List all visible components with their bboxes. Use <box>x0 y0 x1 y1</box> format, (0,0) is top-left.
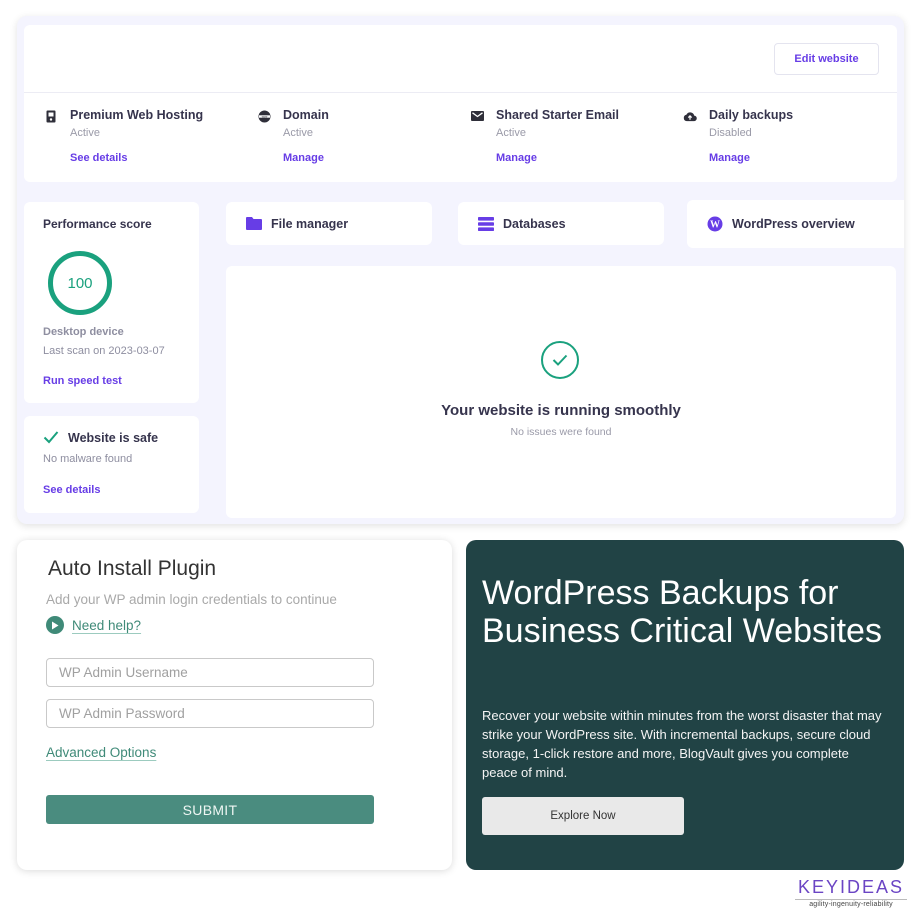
form-title: Auto Install Plugin <box>48 557 217 580</box>
keyideas-logo: KEYIDEAS agility-ingenuity-reliability <box>795 877 907 908</box>
database-icon <box>478 216 494 232</box>
performance-title: Performance score <box>43 217 152 231</box>
username-input[interactable] <box>46 658 374 687</box>
service-status: Active <box>70 127 100 139</box>
see-details-link[interactable]: See details <box>70 152 127 164</box>
advanced-options-link[interactable]: Advanced Options <box>46 745 156 760</box>
logo-name: KEYIDEAS <box>797 877 905 897</box>
hosting-dashboard: Edit website Premium Web Hosting Active … <box>17 16 904 524</box>
device-label: Desktop device <box>43 326 124 338</box>
run-speed-test-link[interactable]: Run speed test <box>43 375 122 387</box>
check-icon <box>43 430 59 444</box>
security-subtitle: No malware found <box>43 453 133 465</box>
form-subtitle: Add your WP admin login credentials to c… <box>46 592 337 607</box>
databases-button[interactable]: Databases <box>458 202 664 245</box>
service-title: Premium Web Hosting <box>70 108 204 122</box>
server-icon <box>44 109 58 123</box>
status-title: Your website is running smoothly <box>441 402 681 419</box>
success-check-icon <box>541 341 579 379</box>
security-title: Website is safe <box>68 431 159 445</box>
need-help-label: Need help? <box>72 617 142 633</box>
service-title: Daily backups <box>709 108 794 122</box>
service-status: Active <box>496 127 526 139</box>
blogvault-promo-banner: WordPress Backups for Business Critical … <box>466 540 904 870</box>
logo-tagline: agility-ingenuity-reliability <box>795 899 907 908</box>
tool-label: File manager <box>271 216 349 231</box>
service-status: Active <box>283 127 313 139</box>
performance-score-card: Performance score 100 Desktop device Las… <box>24 202 199 403</box>
service-status: Disabled <box>709 127 752 139</box>
promo-description: Recover your website within minutes from… <box>482 708 882 780</box>
submit-button[interactable]: SUBMIT <box>46 795 374 824</box>
manage-domain-link[interactable]: Manage <box>283 152 324 164</box>
edit-website-button[interactable]: Edit website <box>774 43 879 75</box>
play-icon <box>46 616 64 634</box>
explore-now-button[interactable]: Explore Now <box>482 797 684 835</box>
wordpress-overview-tab[interactable]: W WordPress overview <box>687 200 904 248</box>
file-manager-button[interactable]: File manager <box>226 202 432 245</box>
score-gauge: 100 <box>48 251 112 315</box>
password-input[interactable] <box>46 699 374 728</box>
svg-text:W: W <box>710 220 720 231</box>
security-details-link[interactable]: See details <box>43 484 100 496</box>
need-help-link[interactable]: Need help? <box>46 616 141 634</box>
promo-title: WordPress Backups for Business Critical … <box>482 574 882 650</box>
tool-label: WordPress overview <box>732 217 855 231</box>
website-overview-card: Edit website Premium Web Hosting Active … <box>24 25 897 182</box>
auto-install-plugin-form: Auto Install Plugin Add your WP admin lo… <box>17 540 452 870</box>
score-value: 100 <box>67 274 93 292</box>
website-header: Edit website <box>24 25 897 93</box>
folder-icon <box>246 216 262 232</box>
last-scan-date: Last scan on 2023-03-07 <box>43 345 165 357</box>
service-title: Shared Starter Email <box>496 108 619 122</box>
cloud-upload-icon <box>683 109 697 123</box>
security-card: Website is safe No malware found See det… <box>24 416 199 513</box>
svg-text:www: www <box>261 115 267 118</box>
mail-icon <box>470 109 484 123</box>
wordpress-icon: W <box>707 216 723 232</box>
tool-label: Databases <box>503 216 566 231</box>
status-subtitle: No issues were found <box>510 426 612 438</box>
manage-backups-link[interactable]: Manage <box>709 152 750 164</box>
manage-email-link[interactable]: Manage <box>496 152 537 164</box>
globe-icon: www <box>257 109 271 123</box>
service-title: Domain <box>283 108 329 122</box>
website-status-panel: Your website is running smoothly No issu… <box>226 266 896 518</box>
